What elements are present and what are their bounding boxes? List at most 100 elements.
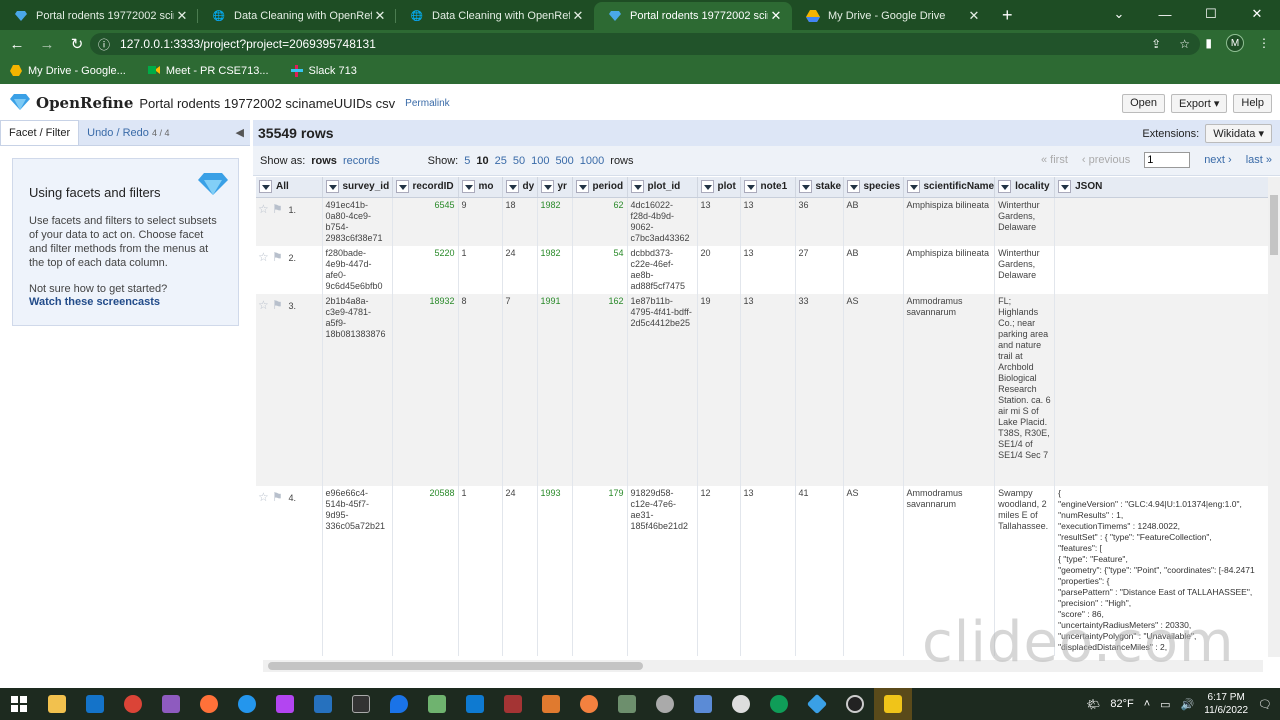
notification-icon[interactable]: 🗨	[1258, 698, 1272, 711]
terminal-icon[interactable]	[342, 688, 380, 720]
cell-dy[interactable]: 18	[502, 197, 538, 246]
cell-scientific-name[interactable]: Amphispiza bilineata	[903, 245, 996, 294]
weather-temp[interactable]: 82°F	[1110, 698, 1133, 710]
cell-yr[interactable]: 1982	[537, 245, 573, 294]
chevron-down-icon[interactable]	[743, 180, 757, 194]
column-header[interactable]: recordID	[392, 177, 459, 198]
app-icon[interactable]	[532, 688, 570, 720]
next-page-link[interactable]: next ›	[1204, 154, 1232, 166]
star-icon[interactable]: ☆	[258, 251, 272, 264]
chevron-down-icon[interactable]	[325, 180, 339, 194]
cell-record-id[interactable]: 18932	[392, 293, 459, 486]
page-size-option[interactable]: 1000	[580, 155, 604, 167]
cell-yr[interactable]: 1982	[537, 197, 573, 246]
page-size-option[interactable]: 50	[513, 155, 525, 167]
cell-json[interactable]	[1054, 245, 1274, 294]
bookmark-item[interactable]: Slack 713	[290, 65, 357, 77]
chevron-down-icon[interactable]	[630, 180, 644, 194]
cell-locality[interactable]: Winterthur Gardens, Delaware	[994, 197, 1056, 246]
cell-dy[interactable]: 7	[502, 293, 538, 486]
reload-button[interactable]: ↻	[64, 35, 90, 53]
help-button[interactable]: Help	[1233, 94, 1272, 113]
open-button[interactable]: Open	[1122, 94, 1165, 113]
url-bar[interactable]: ⓘ 127.0.0.1:3333/project?project=2069395…	[90, 33, 1200, 55]
chevron-up-icon[interactable]: ˄	[1144, 698, 1150, 710]
cell-mo[interactable]: 1	[458, 245, 503, 294]
cell-species[interactable]: AS	[843, 485, 904, 656]
cell-stake[interactable]: 41	[795, 485, 844, 656]
cell-plot[interactable]: 19	[697, 293, 741, 486]
cell-note1[interactable]: 13	[740, 485, 796, 656]
scrollbar-thumb[interactable]	[1270, 195, 1278, 255]
close-icon[interactable]: ✕	[768, 8, 784, 24]
column-header-all[interactable]: All	[256, 177, 323, 198]
cell-record-id[interactable]: 20588	[392, 485, 459, 656]
chevron-down-icon[interactable]	[461, 180, 475, 194]
cell-period[interactable]: 162	[572, 293, 628, 486]
chevron-down-icon[interactable]	[540, 180, 554, 194]
weather-icon[interactable]: 🌤	[1086, 698, 1100, 711]
chevron-down-icon[interactable]: ⌄	[1096, 0, 1142, 28]
close-icon[interactable]: ✕	[174, 8, 190, 24]
app-icon[interactable]	[646, 688, 684, 720]
cell-yr[interactable]: 1993	[537, 485, 573, 656]
cell-period[interactable]: 54	[572, 245, 628, 294]
cell-survey-id[interactable]: 491ec41b-0a80-4ce9-b754-2983c6f38e71	[322, 197, 393, 246]
column-header[interactable]: period	[572, 177, 628, 198]
cell-period[interactable]: 62	[572, 197, 628, 246]
openrefine-logo[interactable]: OpenRefine	[10, 93, 133, 113]
star-icon[interactable]: ☆	[1179, 37, 1190, 51]
collapse-icon[interactable]: ◀	[236, 126, 244, 139]
cell-stake[interactable]: 27	[795, 245, 844, 294]
page-size-option[interactable]: 100	[531, 155, 549, 167]
column-header[interactable]: plot	[697, 177, 741, 198]
app-icon[interactable]	[608, 688, 646, 720]
chevron-down-icon[interactable]	[846, 180, 860, 194]
clock[interactable]: 6:17 PM 11/6/2022	[1204, 691, 1248, 717]
maximize-button[interactable]: ☐	[1188, 0, 1234, 28]
browser-tab[interactable]: 🌐 Data Cleaning with OpenRefine |✕	[396, 2, 594, 30]
cell-dy[interactable]: 24	[502, 485, 538, 656]
windows-start-icon[interactable]	[0, 688, 38, 720]
column-header[interactable]: plot_id	[627, 177, 698, 198]
file-explorer-icon[interactable]	[38, 688, 76, 720]
flag-icon[interactable]: ⚑	[272, 251, 286, 264]
vscode-icon[interactable]	[456, 688, 494, 720]
cell-survey-id[interactable]: 2b1b4a8a-c3e9-4781-a5f9-18b081383876	[322, 293, 393, 486]
cell-yr[interactable]: 1991	[537, 293, 573, 486]
cell-mo[interactable]: 9	[458, 197, 503, 246]
flag-icon[interactable]: ⚑	[272, 299, 286, 312]
vertical-scrollbar[interactable]	[1268, 177, 1280, 657]
new-tab-button[interactable]: +	[1002, 5, 1013, 26]
cell-mo[interactable]: 1	[458, 485, 503, 656]
close-icon[interactable]: ✕	[372, 8, 388, 24]
firefox-icon[interactable]	[190, 688, 228, 720]
back-button[interactable]: ←	[4, 36, 30, 53]
browser-tab-active[interactable]: Portal rodents 19772002 sciname✕	[594, 2, 792, 30]
app-icon[interactable]	[570, 688, 608, 720]
chrome-icon[interactable]	[114, 688, 152, 720]
info-icon[interactable]: ⓘ	[98, 36, 110, 53]
column-header[interactable]: species	[843, 177, 904, 198]
cell-species[interactable]: AB	[843, 245, 904, 294]
star-icon[interactable]: ☆	[258, 299, 272, 312]
browser-tab[interactable]: My Drive - Google Drive ✕	[792, 2, 990, 30]
screencasts-link[interactable]: Watch these screencasts	[29, 296, 222, 308]
github-icon[interactable]	[836, 688, 874, 720]
cell-plot-id[interactable]: dcbbd373-c22e-46ef-ae8b-ad88f5cf7475	[627, 245, 698, 294]
cell-plot-id[interactable]: 1e87b11b-4795-4f41-bdff-2d5c4412be25	[627, 293, 698, 486]
page-input[interactable]	[1144, 152, 1191, 168]
cell-record-id[interactable]: 6545	[392, 197, 459, 246]
maps-icon[interactable]	[380, 688, 418, 720]
star-icon[interactable]: ☆	[258, 203, 272, 216]
column-header[interactable]: JSON	[1054, 177, 1274, 198]
notepad-icon[interactable]	[418, 688, 456, 720]
close-icon[interactable]: ✕	[966, 8, 982, 24]
menu-icon[interactable]: ⋮	[1258, 36, 1270, 50]
chevron-down-icon[interactable]	[998, 180, 1012, 194]
cell-json[interactable]	[1054, 293, 1274, 486]
sidebar-icon[interactable]: ▮	[1205, 36, 1212, 50]
star-icon[interactable]: ☆	[258, 491, 272, 504]
chevron-down-icon[interactable]	[575, 180, 589, 194]
previous-page-link[interactable]: ‹ previous	[1082, 154, 1130, 166]
